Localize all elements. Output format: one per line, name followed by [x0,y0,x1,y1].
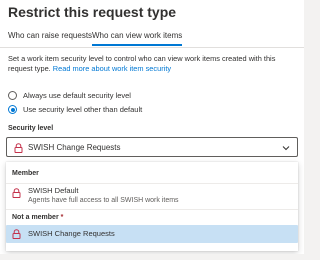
chevron-down-icon [282,146,290,151]
panel-title: Restrict this request type [8,4,177,20]
tab-who-can-raise[interactable]: Who can raise requests [8,31,92,40]
radio-default-security[interactable]: Always use default security level [8,91,131,100]
description-text: Set a work item security level to contro… [8,54,298,74]
security-level-select[interactable]: SWISH Change Requests [6,137,298,157]
background-strip [0,254,304,260]
option-description: Agents have full access to all SWISH wor… [28,197,179,204]
required-marker: * [60,214,64,221]
radio-label-default: Always use default security level [23,91,131,100]
active-tab-indicator [92,44,183,46]
lock-icon [14,143,23,153]
tab-who-can-view[interactable]: Who can view work items [92,31,183,46]
option-name: SWISH Change Requests [28,229,115,238]
radio-label-other: Use security level other than default [23,105,143,114]
radio-circle-other[interactable] [8,105,17,114]
option-swish-default[interactable]: SWISH Default Agents have full access to… [6,184,298,208]
tab-bar: Who can raise requests Who can view work… [0,26,304,48]
security-level-value: SWISH Change Requests [28,143,121,152]
security-help-link[interactable]: Read more about work item security [53,64,171,73]
group-header-not-member: Not a member * [12,214,63,221]
group-header-member: Member [12,170,39,177]
option-swish-change-requests[interactable]: SWISH Change Requests [6,225,298,243]
security-level-label: Security level [8,125,54,132]
tab-who-can-view-label: Who can view work items [92,31,183,40]
restrict-request-panel: Restrict this request type Who can raise… [0,0,304,260]
group-divider [6,209,298,210]
radio-other-security[interactable]: Use security level other than default [8,105,142,114]
group-header-not-member-label: Not a member [12,214,59,221]
security-level-dropdown: Member SWISH Default Agents have full ac… [6,162,298,251]
lock-icon [12,188,21,198]
lock-icon [12,229,21,239]
option-name: SWISH Default [28,186,79,195]
radio-circle-default[interactable] [8,91,17,100]
